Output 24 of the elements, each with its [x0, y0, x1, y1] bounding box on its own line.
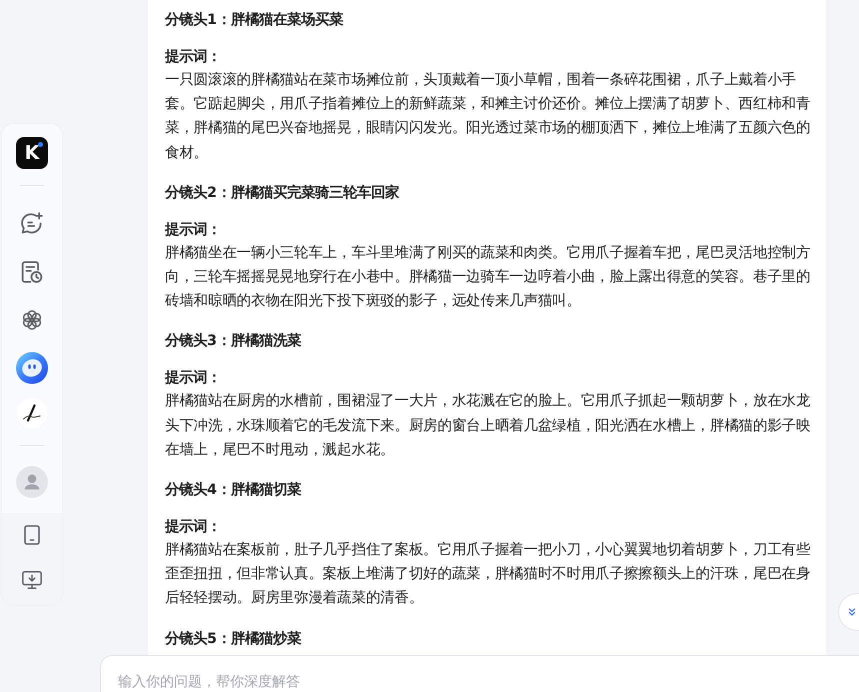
scroll-down-button[interactable]	[838, 593, 859, 631]
question-input[interactable]: 输入你的问题，帮你深度解答	[100, 655, 859, 692]
prompt-label: 提示词：	[165, 48, 222, 67]
shot-title: 分镜头2：胖橘猫买完菜骑三轮车回家	[165, 183, 400, 203]
prompt-text: 一只圆滚滚的胖橘猫站在菜市场摊位前，头顶戴着一顶小草帽，围着一条碎花围裙，爪子上戴着小手套。它踮起脚尖，用爪子指着摊位上的新鲜蔬菜，和摊主讨价还价。摊位上摆满了胡萝卜、西红柿和青菜，胖橘猫的尾巴兴奋地摇晃，眼睛闪闪发光。阳光透过菜市场的棚顶洒下，摊位上堆满了五颜六色的食材。	[165, 70, 812, 163]
prompt-label: 提示词：	[165, 220, 222, 240]
document-clock-icon	[21, 261, 43, 283]
app-logo: K	[16, 137, 48, 169]
prompt-label: 提示词：	[165, 369, 222, 388]
assistant-button[interactable]	[15, 351, 49, 385]
shot-title: 分镜头4：胖橘猫切菜	[165, 480, 302, 500]
monitor-download-icon	[21, 569, 43, 591]
prompt-text: 胖橘猫站在厨房的水槽前，围裙湿了一大片，水花溅在它的脸上。它用爪子抓起一颗胡萝卜，放在水龙头下冲洗，水珠顺着它的毛发流下来。厨房的窗台上晒着几盆绿植，阳光洒在水槽上，胖橘猫的影子映在墙上，尾巴不时甩动，溅起水花。	[165, 392, 812, 460]
shot-title: 分镜头1：胖橘猫在菜场买菜	[165, 10, 344, 30]
chat-plus-icon	[21, 212, 43, 234]
flower-icon	[21, 309, 43, 331]
shot-title: 分镜头3：胖橘猫洗菜	[165, 332, 302, 352]
prompt-label: 提示词：	[165, 518, 222, 538]
shot-title: 分镜头5：胖橘猫炒菜	[165, 630, 302, 649]
chevrons-down-icon	[846, 606, 858, 618]
tablet-icon	[21, 524, 43, 546]
assistant-icon	[16, 352, 48, 384]
prompt-text: 胖橘猫站在案板前，肚子几乎挡住了案板。它用爪子握着一把小刀，小心翼翼地切着胡萝卜，刀工有些歪歪扭扭，但非常认真。案板上堆满了切好的蔬菜，胖橘猫时不时用爪子擦擦额头上的汗珠，尾巴在身后轻轻摆动。厨房里弥漫着蔬菜的清香。	[165, 540, 812, 608]
prompt-text: 胖橘猫坐在一辆小三轮车上，车斗里堆满了刚买的蔬菜和肉类。它用爪子握着车把，尾巴灵活地控制方向，三轮车摇摇晃晃地穿行在小巷中。胖橘猫一边骑车一边哼着小曲，脸上露出得意的笑容。巷子里的砖墙和晾晒的衣物在阳光下投下斑驳的影子，远处传来几声猫叫。	[165, 244, 812, 312]
